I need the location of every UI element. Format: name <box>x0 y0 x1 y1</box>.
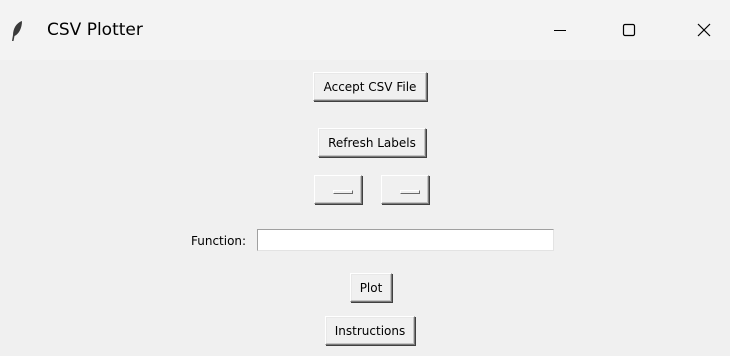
client-area: Accept CSV File Refresh Labels Function:… <box>0 60 730 356</box>
title-bar[interactable]: CSV Plotter <box>0 0 730 60</box>
close-button[interactable] <box>681 10 727 50</box>
maximize-button[interactable] <box>606 10 652 50</box>
close-icon <box>696 22 712 38</box>
maximize-icon <box>622 23 636 37</box>
window-title: CSV Plotter <box>47 20 143 40</box>
app-window: CSV Plotter Accept CSV File Refresh Labe… <box>0 0 730 356</box>
function-input[interactable] <box>257 229 554 251</box>
accept-csv-button[interactable]: Accept CSV File <box>313 72 427 101</box>
instructions-button[interactable]: Instructions <box>325 316 415 345</box>
x-column-dropdown[interactable] <box>314 175 362 204</box>
minimize-button[interactable] <box>537 10 583 50</box>
dropdown-indicator-icon <box>400 190 420 194</box>
y-column-dropdown[interactable] <box>381 175 429 204</box>
dropdown-indicator-icon <box>333 190 353 194</box>
function-label: Function: <box>191 234 247 248</box>
minimize-icon <box>553 23 567 37</box>
refresh-labels-button[interactable]: Refresh Labels <box>318 128 426 157</box>
plot-button[interactable]: Plot <box>350 273 392 302</box>
feather-icon <box>10 20 24 42</box>
